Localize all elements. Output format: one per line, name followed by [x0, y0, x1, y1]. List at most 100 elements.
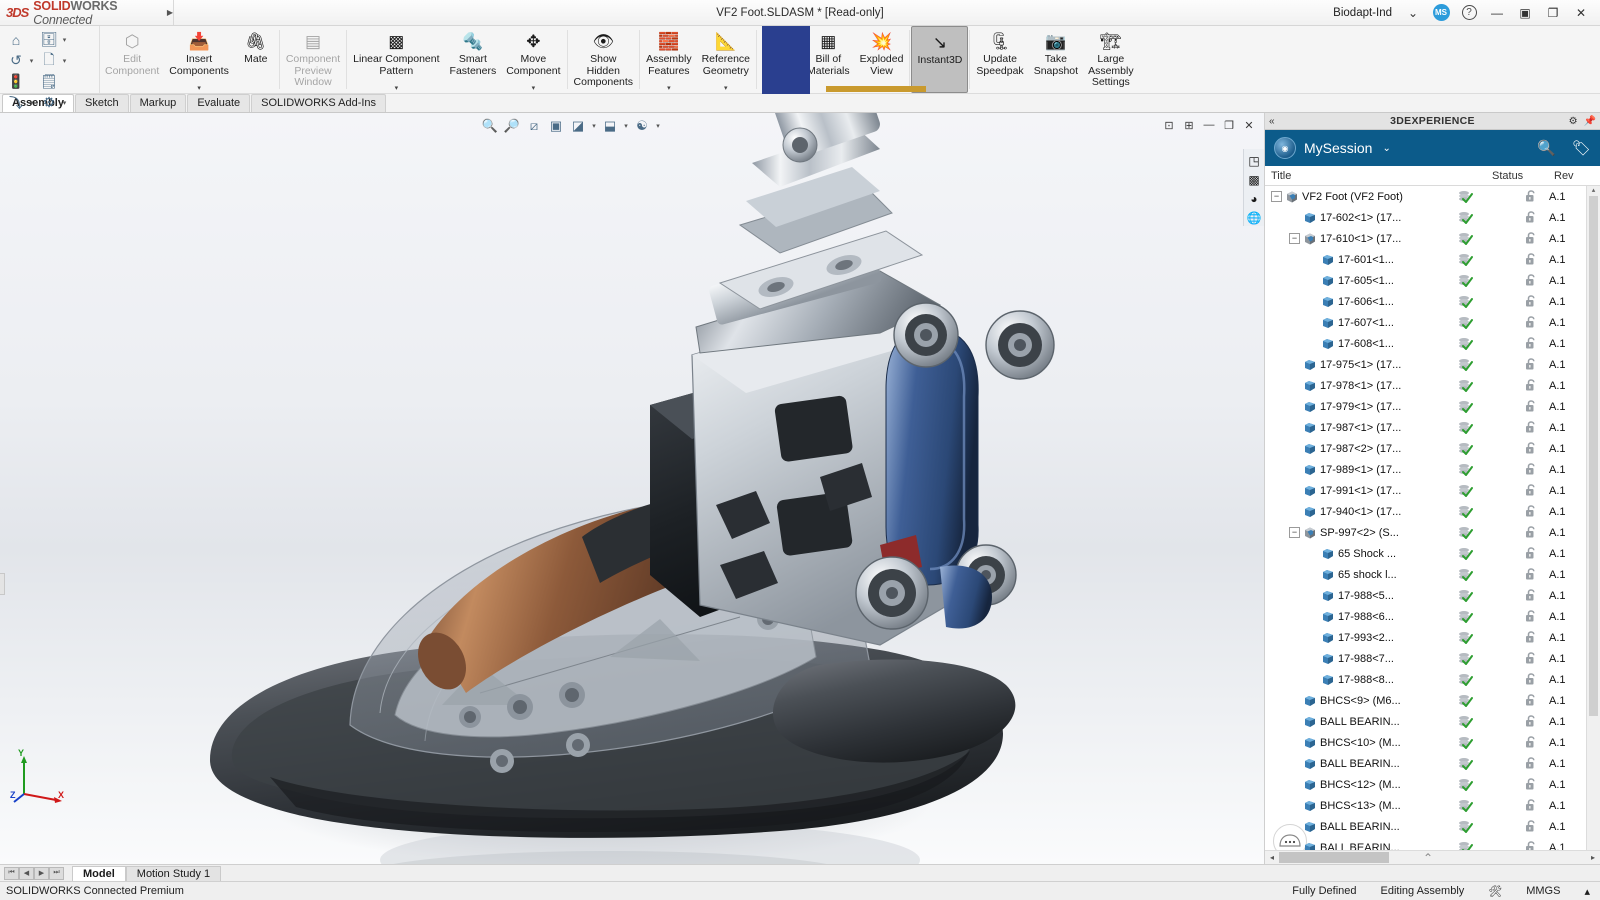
rebuild-icon[interactable]: 🛠: [1488, 885, 1502, 898]
table-row[interactable]: − 17-610<1> (17... A.1: [1265, 228, 1586, 249]
table-row[interactable]: 17-988<5... A.1: [1265, 585, 1586, 606]
undo-icon-caret[interactable]: ▾: [27, 57, 36, 65]
search-icon[interactable]: 🔍: [1537, 139, 1556, 157]
tree-item-name[interactable]: − 17-610<1> (17...: [1265, 232, 1454, 246]
lock-icon[interactable]: [1516, 715, 1546, 728]
tree-item-name[interactable]: 17-605<1...: [1265, 274, 1454, 288]
insert-components-caret-icon[interactable]: ▾: [197, 84, 201, 93]
table-row[interactable]: − SP-997<2> (S... A.1: [1265, 522, 1586, 543]
bottom-tab-motion-study-1[interactable]: Motion Study 1: [125, 865, 222, 881]
tab-nav-button-0[interactable]: ⏮: [4, 866, 19, 880]
lock-icon[interactable]: [1516, 799, 1546, 812]
lock-icon[interactable]: [1516, 736, 1546, 749]
open-icon-caret[interactable]: ▾: [27, 99, 36, 107]
panel-pin-icon[interactable]: 📌: [1584, 116, 1596, 127]
help-icon[interactable]: ?: [1456, 1, 1482, 25]
command-tab-solidworks-add-ins[interactable]: SOLIDWORKS Add-Ins: [251, 94, 387, 112]
brand-expand-arrow-icon[interactable]: ▶: [167, 8, 173, 17]
lock-icon[interactable]: [1516, 316, 1546, 329]
lock-icon[interactable]: [1516, 631, 1546, 644]
tree-item-name[interactable]: BHCS<12> (M...: [1265, 778, 1454, 792]
table-row[interactable]: BHCS<9> (M6... A.1: [1265, 690, 1586, 711]
table-row[interactable]: 17-602<1> (17... A.1: [1265, 207, 1586, 228]
lock-icon[interactable]: [1516, 652, 1546, 665]
table-row[interactable]: BALL BEARIN... A.1: [1265, 711, 1586, 732]
table-row[interactable]: BALL BEARIN... A.1: [1265, 753, 1586, 774]
tree-item-name[interactable]: − VF2 Foot (VF2 Foot): [1265, 190, 1454, 204]
tree-item-name[interactable]: 17-978<1> (17...: [1265, 379, 1454, 393]
tree-item-name[interactable]: BALL BEARIN...: [1265, 820, 1454, 834]
bottom-tab-model[interactable]: Model: [72, 865, 126, 881]
tenant-chevron-down-icon[interactable]: ⌄: [1400, 1, 1426, 25]
command-tab-markup[interactable]: Markup: [129, 94, 187, 112]
3dexperience-compass-icon[interactable]: ◉: [1274, 137, 1296, 159]
decals-icon[interactable]: 🌐: [1246, 209, 1263, 226]
lock-icon[interactable]: [1516, 778, 1546, 791]
restore-window-button[interactable]: ▣: [1512, 1, 1538, 25]
table-row[interactable]: 17-606<1... A.1: [1265, 291, 1586, 312]
lock-icon[interactable]: [1516, 337, 1546, 350]
tree-item-name[interactable]: 17-987<1> (17...: [1265, 421, 1454, 435]
update-speedpak-button[interactable]: 🗜 Update Speedpak: [971, 26, 1028, 93]
table-row[interactable]: 65 Shock ... A.1: [1265, 543, 1586, 564]
prosthetic-foot-3d-model[interactable]: [180, 113, 1080, 864]
next-window-icon[interactable]: ⊞: [1182, 119, 1196, 132]
lock-icon[interactable]: [1516, 841, 1546, 850]
lock-icon[interactable]: [1516, 211, 1546, 224]
lock-icon[interactable]: [1516, 610, 1546, 623]
assembly-features-button[interactable]: 🧱 Assembly Features ▾: [641, 26, 697, 93]
show-hidden-components-button[interactable]: 👁 Show Hidden Components: [569, 26, 639, 93]
tree-item-name[interactable]: 17-988<6...: [1265, 610, 1454, 624]
table-row[interactable]: 17-601<1... A.1: [1265, 249, 1586, 270]
tree-item-name[interactable]: 17-993<2...: [1265, 631, 1454, 645]
lock-icon[interactable]: [1516, 358, 1546, 371]
table-row[interactable]: 17-940<1> (17... A.1: [1265, 501, 1586, 522]
table-row[interactable]: 17-991<1> (17... A.1: [1265, 480, 1586, 501]
lock-icon[interactable]: [1516, 442, 1546, 455]
tree-item-name[interactable]: 65 Shock ...: [1265, 547, 1454, 561]
tree-item-name[interactable]: 17-602<1> (17...: [1265, 211, 1454, 225]
lock-icon[interactable]: [1516, 400, 1546, 413]
tab-nav-button-3[interactable]: ⏭: [49, 866, 64, 880]
tree-item-name[interactable]: BALL BEARIN...: [1265, 841, 1454, 850]
exploded-view-button[interactable]: 💥Exploded View▾: [855, 26, 909, 93]
lock-icon[interactable]: [1516, 190, 1546, 203]
tree-item-name[interactable]: 17-989<1> (17...: [1265, 463, 1454, 477]
lock-icon[interactable]: [1516, 673, 1546, 686]
table-row[interactable]: BALL BEARIN... A.1: [1265, 816, 1586, 837]
hscroll-thumb[interactable]: [1279, 852, 1389, 863]
minimize-document-icon[interactable]: —: [1202, 119, 1216, 131]
table-row[interactable]: 17-987<2> (17... A.1: [1265, 438, 1586, 459]
brand-area[interactable]: 3DS SOLIDWORKS Connected ▶: [0, 0, 174, 27]
command-tab-sketch[interactable]: Sketch: [74, 94, 129, 112]
lock-icon[interactable]: [1516, 295, 1546, 308]
table-row[interactable]: 17-993<2... A.1: [1265, 627, 1586, 648]
lock-icon[interactable]: [1516, 547, 1546, 560]
tree-item-name[interactable]: − SP-997<2> (S...: [1265, 526, 1454, 540]
move-component-button[interactable]: ✥ Move Component ▾: [501, 26, 565, 93]
properties-button[interactable]: 🗒: [37, 71, 70, 92]
tree-item-name[interactable]: 17-601<1...: [1265, 253, 1454, 267]
table-row[interactable]: 17-989<1> (17... A.1: [1265, 459, 1586, 480]
tenant-label[interactable]: Biodapt-Ind: [1327, 7, 1398, 19]
table-row[interactable]: 17-987<1> (17... A.1: [1265, 417, 1586, 438]
tree-item-name[interactable]: 17-606<1...: [1265, 295, 1454, 309]
session-tree[interactable]: − VF2 Foot (VF2 Foot) A.1 17-602<1> (17... A…: [1265, 186, 1586, 850]
column-header-title[interactable]: Title: [1265, 170, 1492, 182]
tree-expander[interactable]: −: [1289, 527, 1300, 538]
linear-component-pattern-caret-icon[interactable]: ▾: [395, 84, 399, 93]
lock-icon[interactable]: [1516, 253, 1546, 266]
graphics-viewport[interactable]: 🔍 🔎 ⧄ ▣ ◪ ▾ ⬓ ▾ ☯ ▾ ⊡ ⊞ — ❐ ✕ ◳ ▩ ◕ 🌐 Y …: [0, 113, 1264, 864]
lock-icon[interactable]: [1516, 484, 1546, 497]
mysession-bar[interactable]: ◉ MySession ⌄ 🔍 🏷: [1265, 130, 1600, 166]
table-row[interactable]: BHCS<10> (M... A.1: [1265, 732, 1586, 753]
lock-icon[interactable]: [1516, 505, 1546, 518]
table-row[interactable]: 17-607<1... A.1: [1265, 312, 1586, 333]
minimize-window-button[interactable]: —: [1484, 1, 1510, 25]
lock-icon[interactable]: [1516, 757, 1546, 770]
tree-item-name[interactable]: 17-607<1...: [1265, 316, 1454, 330]
insert-components-button[interactable]: 📥 Insert Components ▾: [164, 26, 234, 93]
collapse-panel-icon[interactable]: «: [1269, 116, 1275, 127]
table-row[interactable]: 17-978<1> (17... A.1: [1265, 375, 1586, 396]
tree-expander[interactable]: −: [1271, 191, 1282, 202]
